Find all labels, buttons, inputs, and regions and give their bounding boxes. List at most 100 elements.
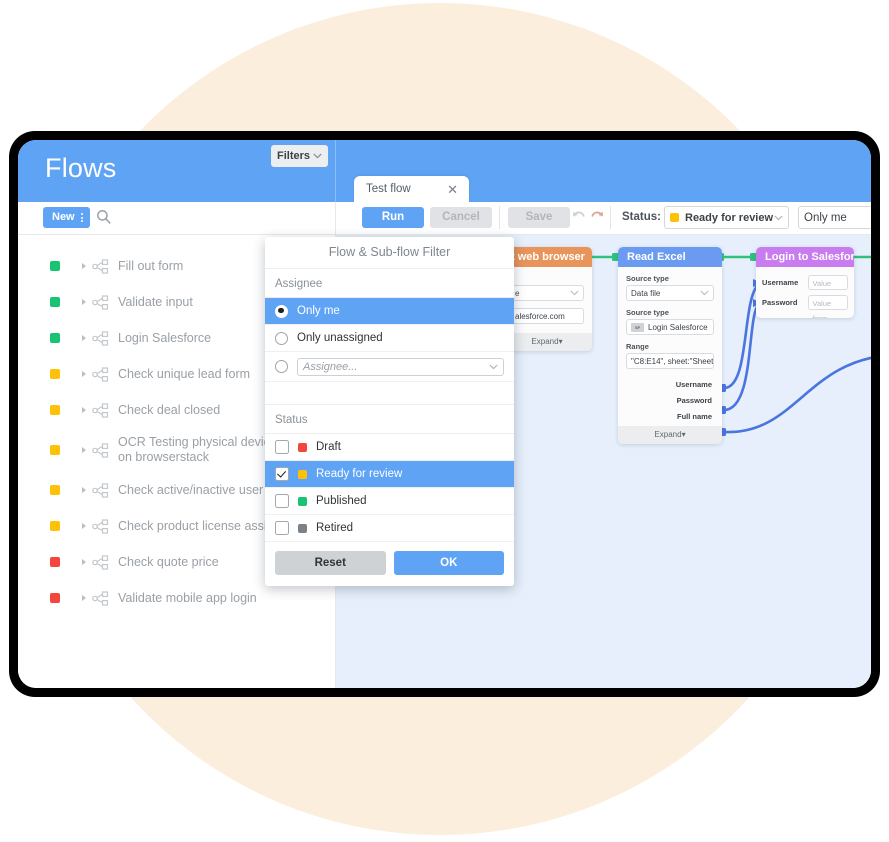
flow-name: Check active/inactive user: [118, 482, 264, 497]
filters-button[interactable]: Filters: [271, 145, 328, 167]
status-option-label: Draft: [316, 441, 341, 453]
status-option-1[interactable]: Draft: [265, 434, 514, 461]
node-title: t web browser: [502, 247, 592, 267]
new-button[interactable]: New: [43, 207, 90, 228]
excel-expand-button[interactable]: Expand▾: [618, 426, 722, 444]
node-body: e alesforce.com: [502, 267, 592, 333]
flow-node-icon: [92, 366, 109, 382]
excel-source-type-field[interactable]: Data file: [626, 285, 714, 301]
header-divider: [335, 140, 336, 202]
chevron-right-icon[interactable]: [82, 371, 86, 377]
search-icon[interactable]: [96, 209, 112, 225]
assignee-option-label: Only unassigned: [297, 332, 383, 344]
excel-port-password[interactable]: Password: [626, 392, 714, 408]
node-login-to-salesforce[interactable]: Login to Salesforce Username Value from …: [756, 247, 854, 318]
device-screen: Flows Test flow ✕ New Fill out form Vali…: [18, 140, 871, 688]
status-option-4[interactable]: Retired: [265, 515, 514, 542]
filter-popup-title: Flow & Sub-flow Filter: [265, 237, 514, 269]
toolbar-divider-2: [610, 206, 611, 229]
chevron-down-icon: [774, 215, 783, 221]
assignee-dropdown[interactable]: Only me: [798, 206, 871, 229]
status-section-label: Status: [265, 405, 514, 434]
flow-status-dot: [50, 521, 60, 531]
toolbar-divider-1: [499, 206, 500, 229]
status-dropdown[interactable]: Ready for review: [664, 206, 789, 229]
chevron-right-icon[interactable]: [82, 523, 86, 529]
filters-button-label: Filters: [277, 150, 311, 162]
browser-url-field[interactable]: alesforce.com: [510, 308, 584, 324]
radio-icon[interactable]: [275, 304, 288, 318]
assignee-option-1[interactable]: Only me: [265, 298, 514, 325]
reset-button[interactable]: Reset: [275, 551, 386, 575]
flow-node-icon: [92, 294, 109, 310]
flow-node-icon: [92, 554, 109, 570]
flow-status-dot: [50, 405, 60, 415]
assignee-select-input[interactable]: Assignee...: [297, 357, 504, 376]
kebab-menu-icon[interactable]: [80, 213, 83, 222]
excel-source-file-field[interactable]: SF Login Salesforce: [626, 319, 714, 335]
device-frame: Flows Test flow ✕ New Fill out form Vali…: [9, 131, 880, 697]
flow-node-icon: [92, 518, 109, 534]
run-button[interactable]: Run: [362, 207, 424, 228]
assignee-option-3[interactable]: Assignee...: [265, 352, 514, 382]
tab-label: Test flow: [366, 183, 411, 195]
expand-label: Expand: [531, 337, 559, 346]
checkbox-icon[interactable]: [275, 467, 289, 481]
node-start-web-browser[interactable]: t web browser e alesforce.com Expand▾: [502, 247, 592, 351]
radio-icon[interactable]: [275, 331, 288, 345]
field-label-range: Range: [626, 342, 649, 351]
status-color-swatch: [298, 523, 307, 533]
excel-range-field[interactable]: "C8:E14", sheet:"Sheet1: [626, 353, 714, 369]
chevron-right-icon[interactable]: [82, 559, 86, 565]
checkbox-icon[interactable]: [275, 521, 289, 535]
salesforce-icon: SF: [631, 322, 644, 332]
close-icon[interactable]: ✕: [447, 182, 458, 198]
flow-name: Validate input: [118, 294, 193, 309]
salesforce-username-input[interactable]: Value from: [807, 274, 848, 303]
status-option-2[interactable]: Ready for review: [265, 461, 514, 488]
salesforce-password-row[interactable]: Password Value from: [756, 292, 854, 318]
flow-name: Check product license assign: [118, 518, 281, 533]
new-button-label: New: [52, 211, 75, 223]
excel-source-type-value: Data file: [631, 288, 661, 298]
browser-type-value: e: [515, 288, 520, 298]
flow-name: Check unique lead form: [118, 366, 251, 381]
assignee-option-2[interactable]: Only unassigned: [265, 325, 514, 352]
assignee-section-label: Assignee: [265, 269, 514, 298]
chevron-right-icon[interactable]: [82, 595, 86, 601]
node-title: Read Excel: [618, 247, 722, 267]
chevron-right-icon[interactable]: [82, 447, 86, 453]
redo-arrow-icon[interactable]: [590, 209, 605, 222]
checkbox-icon[interactable]: [275, 494, 289, 508]
browser-expand-button[interactable]: Expand▾: [502, 333, 592, 351]
chevron-right-icon[interactable]: [82, 335, 86, 341]
checkbox-icon[interactable]: [275, 440, 289, 454]
status-option-label: Published: [316, 495, 367, 507]
assignee-value: Only me: [804, 211, 847, 224]
salesforce-username-row[interactable]: Username Value from: [756, 272, 854, 303]
browser-type-field[interactable]: e: [510, 285, 584, 301]
port-label: Username: [675, 379, 712, 389]
ok-button[interactable]: OK: [393, 551, 504, 575]
excel-port-username[interactable]: Username: [626, 376, 714, 392]
flow-filter-popup: Flow & Sub-flow Filter Assignee Only me O…: [265, 237, 514, 586]
chevron-right-icon[interactable]: [82, 487, 86, 493]
status-option-3[interactable]: Published: [265, 488, 514, 515]
status-option-label: Retired: [316, 522, 354, 534]
excel-port-fullname[interactable]: Full name: [626, 408, 714, 424]
expand-label: Expand: [654, 430, 682, 439]
node-read-excel[interactable]: Read Excel Source type Data file Source …: [618, 247, 722, 444]
radio-icon[interactable]: [275, 360, 288, 373]
flow-node-icon: [92, 258, 109, 274]
salesforce-password-input[interactable]: Value from: [807, 294, 848, 318]
chevron-right-icon[interactable]: [82, 263, 86, 269]
flow-status-dot: [50, 445, 60, 455]
flow-status-dot: [50, 261, 60, 271]
chevron-right-icon[interactable]: [82, 407, 86, 413]
chevron-right-icon[interactable]: [82, 299, 86, 305]
flow-status-dot: [50, 485, 60, 495]
chevron-down-icon: [700, 290, 709, 296]
io-label: Username: [762, 277, 799, 287]
undo-arrow-icon[interactable]: [571, 209, 586, 222]
status-color-swatch: [298, 496, 307, 506]
